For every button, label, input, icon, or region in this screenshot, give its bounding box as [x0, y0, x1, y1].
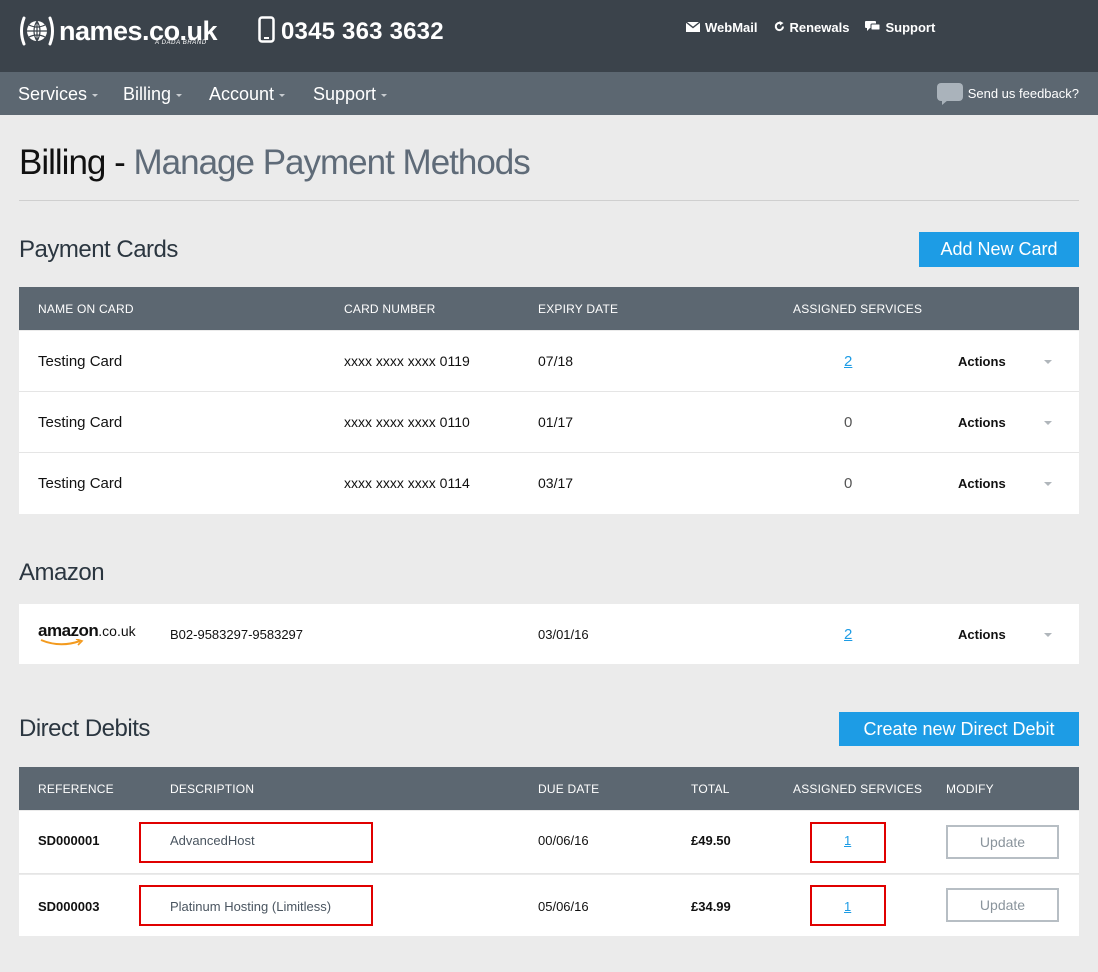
phone-number: 0345 363 3632 — [281, 18, 444, 45]
highlight-box — [810, 885, 886, 926]
title-divider — [19, 200, 1079, 201]
assigned-services-count: 0 — [844, 475, 853, 492]
actions-dropdown[interactable]: Actions — [958, 476, 1006, 491]
amazon-row: amazon.co.uk B02-9583297-9583297 03/01/1… — [19, 604, 1079, 664]
table-row: Testing Card xxxx xxxx xxxx 0119 07/18 2… — [19, 331, 1079, 392]
actions-dropdown[interactable]: Actions — [958, 415, 1006, 430]
assigned-services-link[interactable]: 2 — [844, 626, 852, 643]
actions-dropdown[interactable]: Actions — [958, 354, 1006, 369]
feedback-link[interactable]: Send us feedback? — [936, 83, 1079, 105]
debit-total: £34.99 — [691, 899, 731, 914]
col-modify: MODIFY — [946, 782, 994, 796]
top-header: names.co.uk A DADA BRAND 0345 363 3632 W… — [0, 0, 1098, 72]
main-nav: Services Billing Account Support Send us… — [0, 72, 1098, 115]
col-assigned-services: ASSIGNED SERVICES — [793, 302, 923, 316]
debit-due-date: 00/06/16 — [538, 833, 589, 848]
chevron-down-icon[interactable] — [1044, 633, 1052, 637]
card-name: Testing Card — [38, 475, 123, 492]
assigned-services-link[interactable]: 2 — [844, 353, 852, 370]
caret-down-icon — [279, 94, 286, 97]
nav-support-label: Support — [313, 84, 377, 104]
amazon-smile-icon — [40, 639, 84, 646]
payment-cards-title: Payment Cards — [19, 236, 178, 263]
card-expiry: 07/18 — [538, 353, 574, 369]
card-name: Testing Card — [38, 353, 123, 370]
caret-down-icon — [92, 94, 99, 97]
table-row: Testing Card xxxx xxxx xxxx 0110 01/17 0… — [19, 392, 1079, 453]
col-name-on-card: NAME ON CARD — [38, 302, 134, 316]
feedback-label: Send us feedback? — [967, 86, 1079, 101]
globe-icon — [18, 14, 56, 48]
chevron-down-icon[interactable] — [1044, 421, 1052, 425]
col-due-date: DUE DATE — [538, 782, 600, 796]
chat-icon — [865, 20, 885, 35]
phone-contact[interactable]: 0345 363 3632 — [258, 16, 444, 48]
renewals-link[interactable]: Renewals — [774, 20, 850, 35]
amazon-date: 03/01/16 — [538, 627, 589, 642]
debit-due-date: 05/06/16 — [538, 899, 589, 914]
nav-account-label: Account — [209, 84, 275, 104]
create-direct-debit-button[interactable]: Create new Direct Debit — [839, 712, 1079, 746]
add-new-card-button[interactable]: Add New Card — [919, 232, 1079, 267]
highlight-box — [139, 822, 373, 863]
assigned-services-count: 0 — [844, 414, 853, 431]
nav-account[interactable]: Account — [209, 84, 286, 105]
nav-billing-label: Billing — [123, 84, 172, 104]
nav-services[interactable]: Services — [18, 84, 99, 105]
card-number: xxxx xxxx xxxx 0114 — [344, 475, 470, 491]
page-title: Billing - Manage Payment Methods — [19, 143, 531, 183]
col-assigned-services: ASSIGNED SERVICES — [793, 782, 923, 796]
card-number: xxxx xxxx xxxx 0119 — [344, 353, 470, 369]
support-link[interactable]: Support — [865, 20, 935, 35]
phone-icon — [258, 16, 275, 48]
col-reference: REFERENCE — [38, 782, 114, 796]
card-number: xxxx xxxx xxxx 0110 — [344, 414, 470, 430]
highlight-box — [139, 885, 373, 926]
debit-reference: SD000001 — [38, 833, 100, 848]
card-expiry: 03/17 — [538, 475, 574, 491]
caret-down-icon — [381, 94, 388, 97]
debit-total: £49.50 — [691, 833, 731, 848]
chevron-down-icon[interactable] — [1044, 482, 1052, 486]
update-button[interactable]: Update — [946, 888, 1059, 922]
envelope-icon — [685, 20, 705, 35]
col-expiry-date: EXPIRY DATE — [538, 302, 619, 316]
page-title-subsection: Manage Payment Methods — [133, 143, 530, 182]
top-links: WebMail Renewals Support — [685, 20, 951, 35]
nav-billing[interactable]: Billing — [123, 84, 183, 105]
direct-debits-title: Direct Debits — [19, 715, 150, 742]
actions-dropdown[interactable]: Actions — [958, 627, 1006, 642]
nav-services-label: Services — [18, 84, 88, 104]
card-expiry: 01/17 — [538, 414, 574, 430]
col-total: TOTAL — [691, 782, 730, 796]
amazon-logo-text: amazon — [38, 621, 99, 640]
webmail-link[interactable]: WebMail — [685, 20, 758, 35]
webmail-label: WebMail — [705, 20, 758, 35]
support-label: Support — [885, 20, 936, 35]
table-row: Testing Card xxxx xxxx xxxx 0114 03/17 0… — [19, 453, 1079, 514]
highlight-box — [810, 822, 886, 863]
nav-support[interactable]: Support — [313, 84, 388, 105]
col-card-number: CARD NUMBER — [344, 302, 436, 316]
update-button[interactable]: Update — [946, 825, 1059, 859]
col-description: DESCRIPTION — [170, 782, 255, 796]
card-name: Testing Card — [38, 414, 123, 431]
amazon-logo-domain: .co.uk — [98, 623, 136, 639]
cards-table-header: NAME ON CARD CARD NUMBER EXPIRY DATE ASS… — [19, 287, 1079, 330]
amazon-logo: amazon.co.uk — [38, 621, 136, 649]
speech-bubble-icon — [936, 83, 963, 105]
debits-table-header: REFERENCE DESCRIPTION DUE DATE TOTAL ASS… — [19, 767, 1079, 810]
amazon-title: Amazon — [19, 559, 105, 586]
chevron-down-icon[interactable] — [1044, 360, 1052, 364]
amazon-reference: B02-9583297-9583297 — [170, 627, 304, 642]
refresh-icon — [774, 20, 790, 35]
caret-down-icon — [176, 94, 183, 97]
debit-reference: SD000003 — [38, 899, 100, 914]
page-title-section: Billing - — [19, 143, 134, 182]
logo-subtitle: A DADA BRAND — [155, 40, 207, 46]
renewals-label: Renewals — [789, 20, 850, 35]
